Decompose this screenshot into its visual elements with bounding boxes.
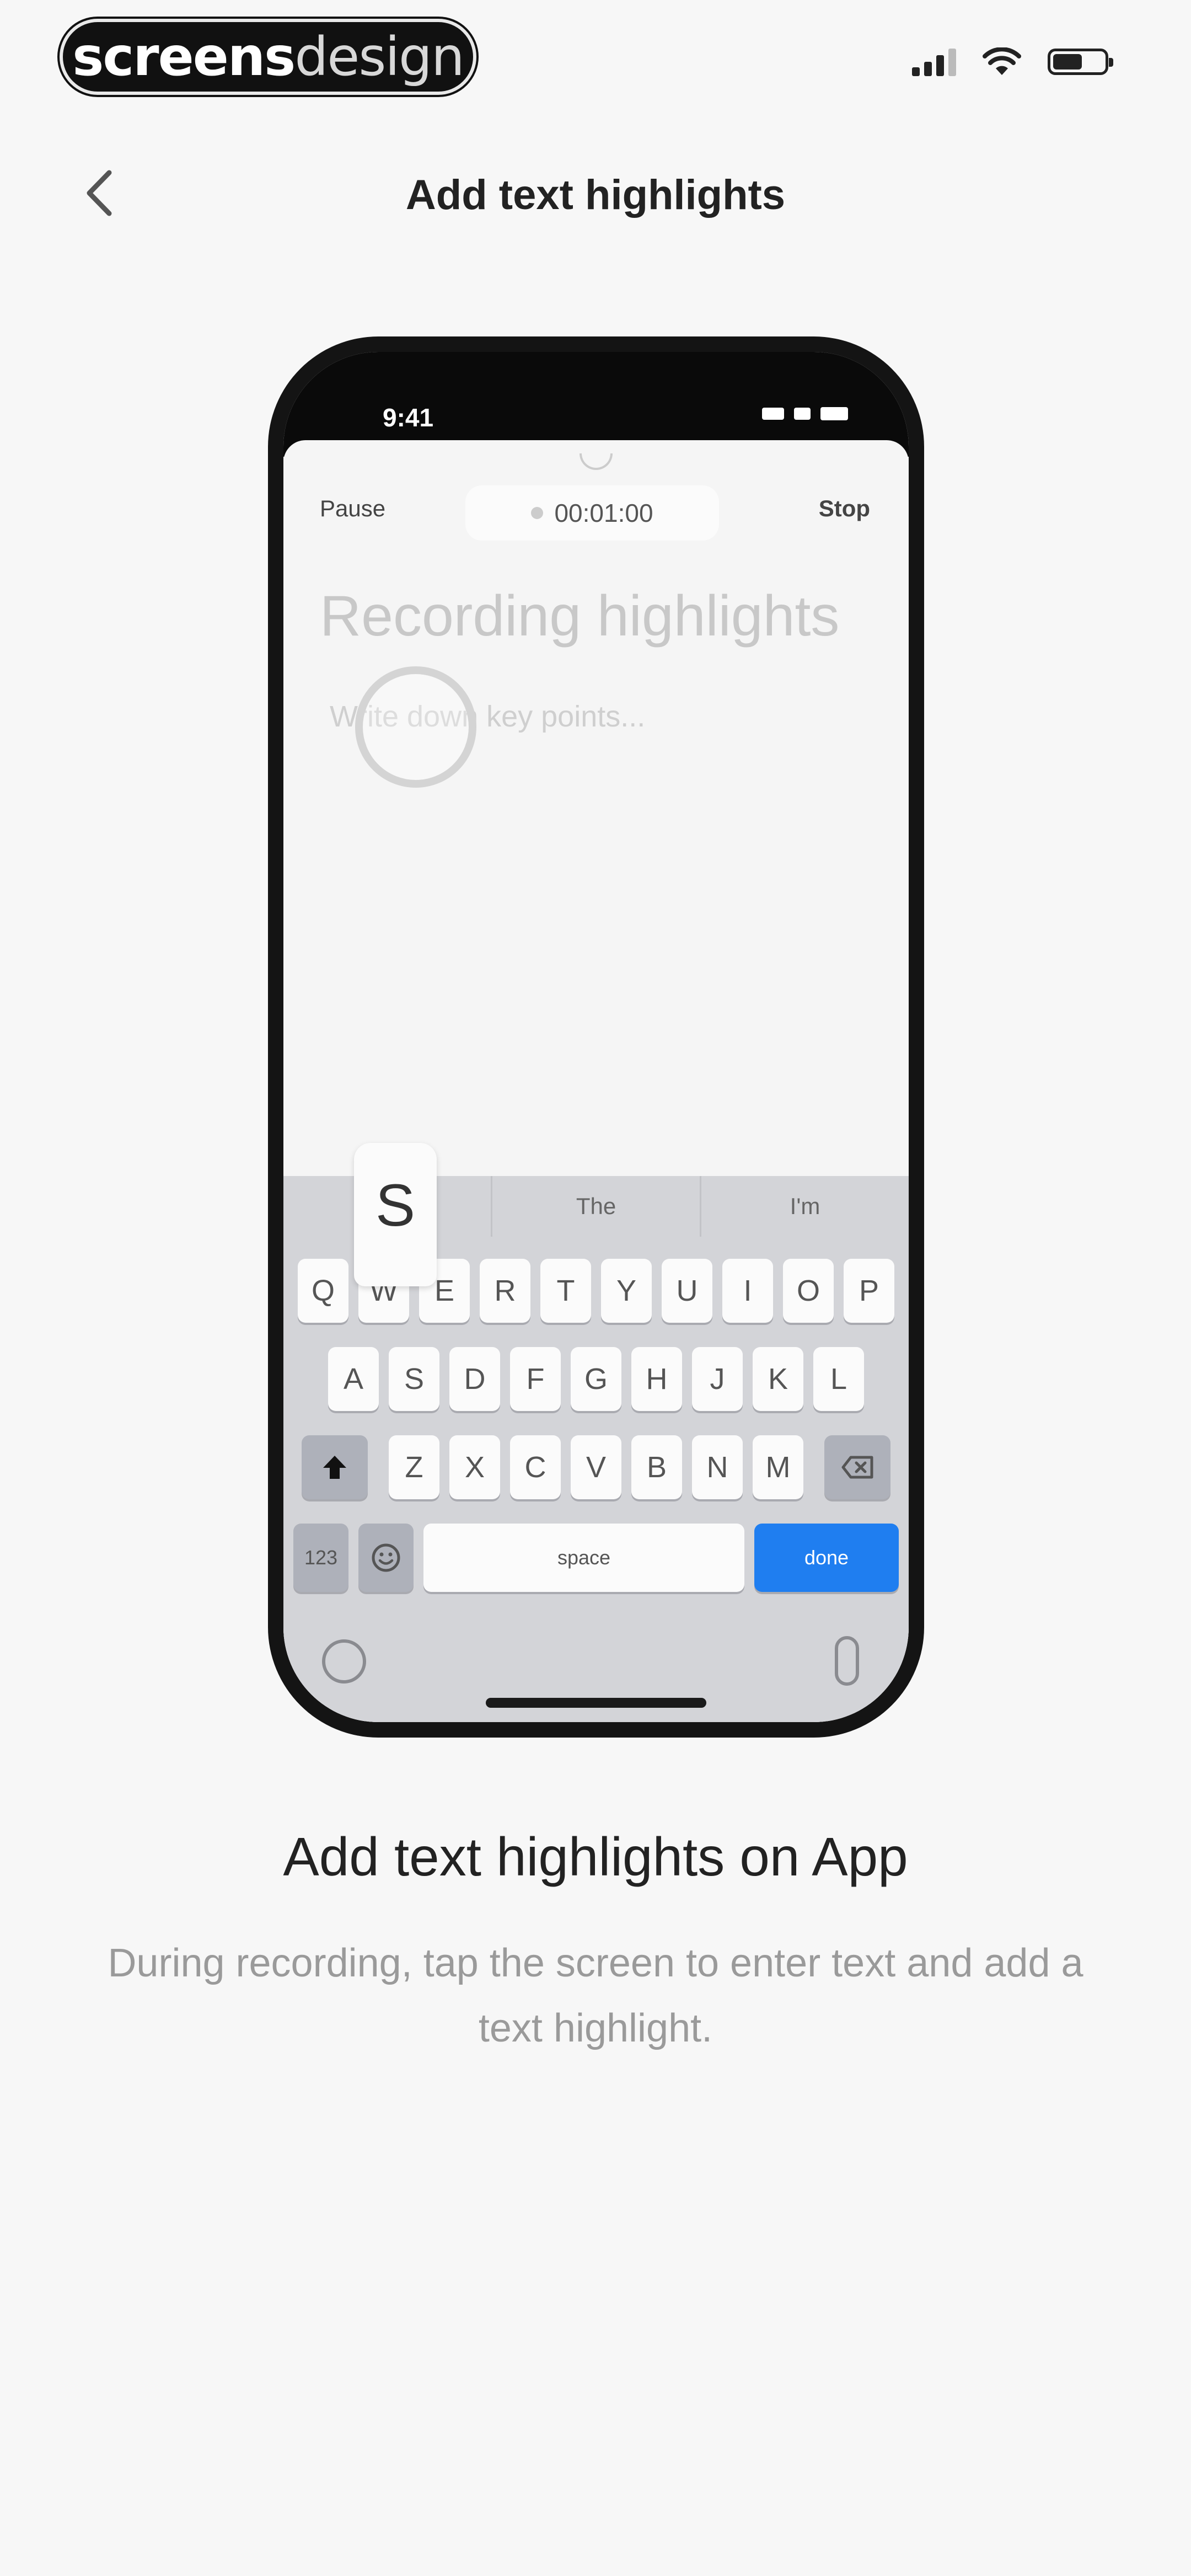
cellular-signal-icon	[912, 47, 956, 76]
recording-timer: 00:01:00	[465, 485, 719, 541]
key[interactable]: P	[844, 1259, 894, 1323]
backspace-key[interactable]	[824, 1435, 890, 1499]
status-icons	[912, 47, 1113, 76]
key[interactable]: U	[662, 1259, 712, 1323]
key[interactable]: G	[571, 1347, 621, 1411]
emoji-key[interactable]	[358, 1524, 414, 1592]
key[interactable]: R	[480, 1259, 530, 1323]
feature-title: Add text highlights on App	[283, 1826, 908, 1887]
stop-button[interactable]: Stop	[819, 495, 870, 522]
key[interactable]: M	[753, 1435, 803, 1499]
key-row-3: Z X C V B N M	[283, 1435, 909, 1499]
phone-status-icons	[762, 407, 848, 420]
key[interactable]: B	[631, 1435, 682, 1499]
key[interactable]: Z	[389, 1435, 439, 1499]
sheet-handle[interactable]	[580, 453, 613, 470]
key[interactable]: F	[510, 1347, 561, 1411]
key[interactable]: X	[449, 1435, 500, 1499]
key[interactable]: L	[813, 1347, 864, 1411]
phone-signal-icon	[762, 408, 784, 420]
phone-time: 9:41	[383, 403, 434, 432]
phone-screen: 9:41 Pause 00:01:00 Stop Recording highl…	[283, 352, 909, 1722]
tap-indicator	[355, 666, 476, 788]
phone-battery-icon	[820, 407, 848, 420]
brand-text: screensdesign	[72, 26, 465, 88]
key[interactable]: D	[449, 1347, 500, 1411]
key[interactable]: K	[753, 1347, 803, 1411]
key[interactable]: C	[510, 1435, 561, 1499]
key[interactable]: Q	[298, 1259, 348, 1323]
recording-bar: Pause 00:01:00 Stop	[283, 473, 909, 541]
emoji-icon	[372, 1543, 400, 1572]
numbers-key[interactable]: 123	[293, 1524, 348, 1592]
keyboard-bottom-row: 123 space done	[293, 1524, 899, 1592]
key[interactable]: O	[783, 1259, 834, 1323]
key-popup: S	[354, 1143, 437, 1286]
recording-dot-icon	[531, 507, 544, 519]
home-indicator	[486, 1698, 706, 1708]
key[interactable]: A	[328, 1347, 379, 1411]
shift-icon	[323, 1456, 346, 1479]
suggestion-item[interactable]: The	[492, 1176, 701, 1237]
brand-logo: screensdesign	[60, 19, 476, 95]
key-row-2: A S D F G H J K L	[283, 1347, 909, 1411]
feature-description: During recording, tap the screen to ente…	[108, 1941, 1083, 2050]
nav-bar: Add text highlights	[0, 149, 1191, 237]
microphone-icon[interactable]	[835, 1636, 859, 1686]
page-title: Add text highlights	[405, 172, 786, 218]
key[interactable]: V	[571, 1435, 621, 1499]
phone-wifi-icon	[794, 408, 811, 420]
key[interactable]: T	[540, 1259, 591, 1323]
recording-title: Recording highlights	[320, 584, 840, 648]
key[interactable]: N	[692, 1435, 743, 1499]
key[interactable]: H	[631, 1347, 682, 1411]
done-key[interactable]: done	[754, 1524, 899, 1592]
globe-icon[interactable]	[322, 1639, 366, 1684]
key[interactable]: S	[389, 1347, 439, 1411]
key[interactable]: J	[692, 1347, 743, 1411]
timer-text: 00:01:00	[554, 499, 653, 527]
shift-key[interactable]	[302, 1435, 368, 1499]
keyboard: I The I'm Q W E R T Y U I O P A S D F	[283, 1143, 909, 1722]
pause-button[interactable]: Pause	[320, 495, 385, 522]
status-bar: screensdesign	[0, 0, 1191, 127]
battery-icon	[1048, 49, 1113, 75]
key[interactable]: I	[722, 1259, 773, 1323]
backspace-icon	[841, 1456, 873, 1479]
phone-mockup: 9:41 Pause 00:01:00 Stop Recording highl…	[268, 336, 924, 1738]
space-key[interactable]: space	[423, 1524, 744, 1592]
key[interactable]: Y	[601, 1259, 652, 1323]
wifi-icon	[983, 47, 1021, 75]
suggestion-item[interactable]: I'm	[701, 1176, 909, 1237]
